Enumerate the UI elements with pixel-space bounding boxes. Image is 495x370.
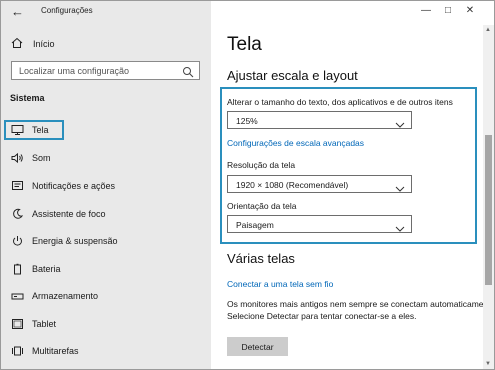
search-icon[interactable] bbox=[182, 65, 194, 78]
moon-icon bbox=[10, 207, 24, 221]
battery-icon bbox=[10, 262, 24, 276]
sidebar-item-armazenamento[interactable]: Armazenamento bbox=[10, 288, 98, 304]
sidebar-item-notificacoes[interactable]: Notificações e ações bbox=[10, 178, 115, 194]
home-link[interactable]: Início bbox=[11, 37, 55, 51]
search-placeholder: Localizar uma configuração bbox=[19, 66, 130, 76]
home-label: Início bbox=[33, 39, 55, 49]
speaker-icon bbox=[10, 151, 24, 165]
maximize-icon[interactable]: □ bbox=[437, 1, 459, 19]
multi-display-description: Os monitores mais antigos nem sempre se … bbox=[227, 299, 495, 321]
highlight-box bbox=[220, 87, 477, 244]
sidebar-item-label: Armazenamento bbox=[32, 291, 99, 301]
sidebar-item-energia[interactable]: Energia & suspensão bbox=[10, 233, 118, 249]
home-icon bbox=[11, 37, 25, 52]
title-bar: ← Configurações bbox=[1, 1, 211, 23]
page-title: Tela bbox=[227, 34, 262, 55]
detect-button[interactable]: Detectar bbox=[227, 337, 288, 356]
sidebar-item-label: Som bbox=[32, 153, 51, 163]
multi-display-section-title: Várias telas bbox=[227, 251, 295, 266]
scale-section-title: Ajustar escala e layout bbox=[227, 68, 358, 83]
window-title: Configurações bbox=[41, 6, 93, 15]
scrollbar[interactable]: ▲ ▼ bbox=[483, 25, 494, 369]
sidebar-item-label: Energia & suspensão bbox=[32, 236, 118, 246]
sidebar-item-tela[interactable]: Tela bbox=[4, 120, 64, 140]
close-icon[interactable]: ✕ bbox=[459, 1, 481, 19]
window-controls: — □ ✕ bbox=[415, 1, 481, 21]
settings-window: ← Configurações Início Localizar uma con… bbox=[0, 0, 495, 370]
sidebar-item-label: Tablet bbox=[32, 319, 57, 329]
multitask-icon bbox=[10, 344, 24, 358]
storage-icon bbox=[10, 289, 24, 303]
search-input[interactable]: Localizar uma configuração bbox=[11, 61, 200, 80]
scroll-up-icon[interactable]: ▲ bbox=[485, 27, 491, 33]
sidebar-item-multitarefas[interactable]: Multitarefas bbox=[10, 343, 79, 359]
sidebar: ← Configurações Início Localizar uma con… bbox=[1, 1, 211, 369]
sidebar-item-bateria[interactable]: Bateria bbox=[10, 261, 61, 277]
sidebar-item-label: Assistente de foco bbox=[32, 209, 106, 219]
sidebar-item-assistente-de-foco[interactable]: Assistente de foco bbox=[10, 206, 106, 222]
sidebar-item-label: Tela bbox=[32, 125, 49, 135]
sidebar-item-tablet[interactable]: Tablet bbox=[10, 316, 56, 332]
sidebar-item-label: Multitarefas bbox=[32, 346, 79, 356]
tablet-icon bbox=[10, 317, 24, 331]
minimize-icon[interactable]: — bbox=[415, 1, 437, 19]
section-heading: Sistema bbox=[10, 93, 45, 103]
notification-icon bbox=[10, 179, 24, 193]
monitor-icon bbox=[10, 123, 24, 137]
power-icon bbox=[10, 234, 24, 248]
sidebar-item-som[interactable]: Som bbox=[10, 150, 51, 166]
scroll-down-icon[interactable]: ▼ bbox=[485, 361, 491, 367]
sidebar-item-label: Notificações e ações bbox=[32, 181, 116, 191]
connect-wireless-display-link[interactable]: Conectar a uma tela sem fio bbox=[227, 279, 333, 289]
scroll-thumb[interactable] bbox=[485, 135, 492, 285]
back-arrow-icon[interactable]: ← bbox=[11, 4, 27, 20]
sidebar-item-label: Bateria bbox=[32, 264, 61, 274]
